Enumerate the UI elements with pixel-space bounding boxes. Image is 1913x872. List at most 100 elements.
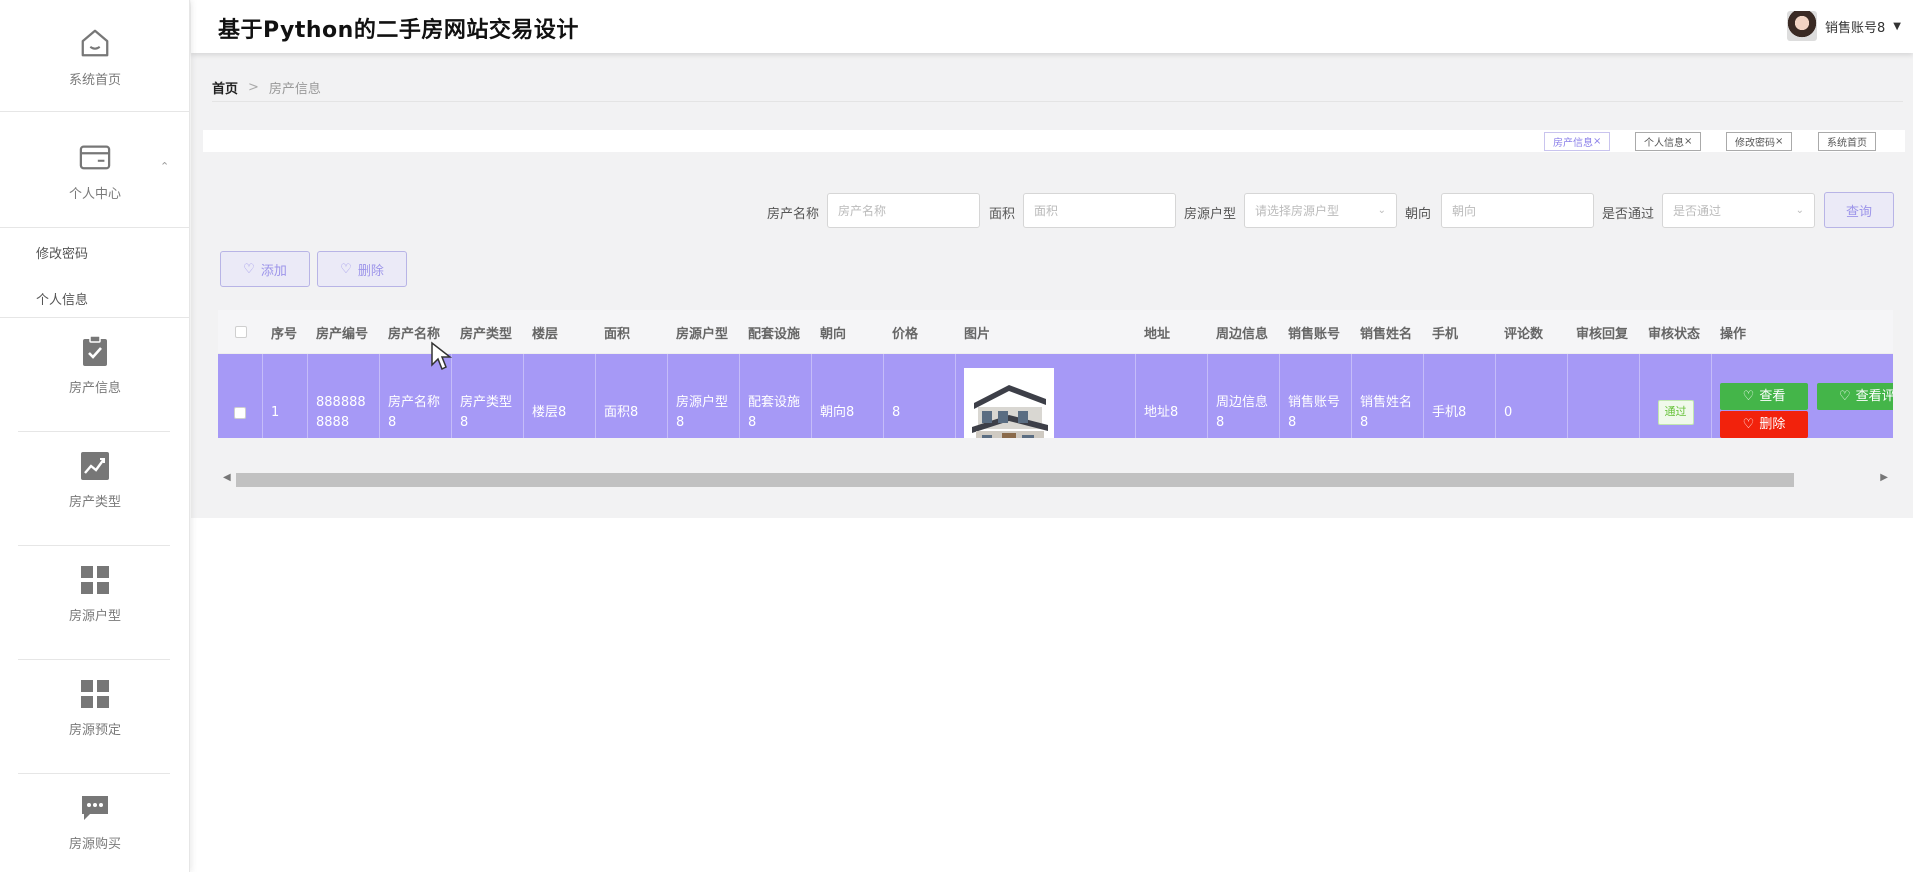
data-table: 序号 房产编号 房产名称 房产类型 楼层 面积 房源户型 配套设施 朝向 价格 … (218, 310, 1893, 438)
cell-text: 面积8 (604, 404, 639, 420)
column-header[interactable]: 序号 (263, 310, 297, 354)
divider (0, 317, 190, 318)
chevron-down-icon: ⌄ (1377, 205, 1386, 216)
column-header[interactable]: 房源户型 (668, 310, 728, 354)
cell-price: 8 (884, 354, 956, 438)
sidebar-subitem-change-password[interactable]: 修改密码 (36, 243, 88, 262)
sidebar-item-property-type[interactable]: 房产类型 (0, 450, 190, 510)
cell-image (956, 354, 1136, 438)
column-header[interactable]: 楼层 (524, 310, 558, 354)
card-icon (79, 141, 111, 173)
main-content: 首页 > 房产信息 房产信息 × 个人信息 × 修改密码 × 系统首页 房产名称 房产… (191, 53, 1913, 872)
divider (18, 659, 170, 660)
column-header[interactable]: 手机 (1424, 310, 1458, 354)
horizontal-scrollbar[interactable]: ◀ ▶ (218, 468, 1893, 487)
name-input[interactable]: 房产名称 (827, 193, 980, 228)
close-icon[interactable]: × (1684, 136, 1692, 147)
tab-label: 房产信息 (1553, 138, 1593, 149)
view-comments-button[interactable]: ♡ 查看评 (1817, 383, 1893, 410)
column-header[interactable]: 评论数 (1496, 310, 1543, 354)
orientation-label: 朝向 (1405, 207, 1432, 222)
scroll-right-icon[interactable]: ▶ (1880, 472, 1888, 483)
chevron-up-icon[interactable]: ⌃ (160, 160, 169, 173)
close-icon[interactable]: × (1593, 136, 1601, 147)
approved-select[interactable]: 是否通过 ⌄ (1662, 193, 1815, 228)
close-icon[interactable]: × (1775, 136, 1783, 147)
caret-down-icon: ▼ (1893, 20, 1901, 32)
select-all-checkbox[interactable] (218, 310, 263, 354)
heart-icon: ♡ (243, 261, 255, 277)
tab-property-info[interactable]: 房产信息 × (1544, 132, 1611, 151)
cell-text: 房产名称8 (388, 395, 441, 430)
placeholder: 房产名称 (838, 204, 887, 218)
orientation-input[interactable]: 朝向 (1441, 193, 1594, 228)
scroll-left-icon[interactable]: ◀ (223, 472, 231, 483)
placeholder: 请选择房源户型 (1255, 204, 1340, 218)
sidebar-item-booking[interactable]: 房源预定 (0, 678, 190, 738)
sidebar-item-layout[interactable]: 房源户型 (0, 564, 190, 624)
cell-text: 配套设施8 (748, 395, 801, 430)
chevron-down-icon: ⌄ (1795, 205, 1804, 216)
row-checkbox[interactable] (218, 354, 263, 438)
cell-text: 8888888888 (316, 395, 366, 430)
cell-orientation: 朝向8 (812, 354, 884, 438)
delete-button[interactable]: ♡ 删除 (317, 251, 407, 287)
sidebar-item-label: 个人中心 (68, 186, 121, 202)
sidebar-subitem-personal-info[interactable]: 个人信息 (36, 289, 88, 308)
tab-personal-info[interactable]: 个人信息 × (1635, 132, 1702, 151)
button-label: 查看评 (1855, 388, 1893, 404)
table-row[interactable]: 1 8888888888 房产名称8 房产类型8 楼层8 面积8 房源户型8 配… (218, 354, 1893, 438)
cell-text: 地址8 (1144, 404, 1179, 420)
tab-change-password[interactable]: 修改密码 × (1726, 132, 1793, 151)
delete-row-button[interactable]: ♡ 删除 (1720, 411, 1808, 438)
column-header[interactable]: 价格 (884, 310, 918, 354)
layout-select[interactable]: 请选择房源户型 ⌄ (1244, 193, 1397, 228)
cell-sales-account: 销售账号8 (1280, 354, 1352, 438)
user-menu[interactable]: 销售账号8 ▼ (1787, 11, 1901, 41)
query-button[interactable]: 查询 (1824, 192, 1894, 228)
column-header[interactable]: 房产类型 (452, 310, 512, 354)
avatar (1787, 11, 1818, 41)
cell-actions: ♡ 查看 ♡ 查看评 ♡ 删除 (1712, 354, 1893, 438)
divider (0, 111, 190, 112)
app-title: 基于Python的二手房网站交易设计 (218, 18, 579, 43)
column-header[interactable]: 审核状态 (1640, 310, 1700, 354)
breadcrumb-home[interactable]: 首页 (212, 78, 238, 97)
sidebar-item-property-info[interactable]: 房产信息 (0, 334, 190, 396)
scrollbar-thumb[interactable] (236, 473, 1794, 487)
sidebar-item-purchase[interactable]: 房源购买 (0, 792, 190, 852)
sidebar-item-label: 房源购买 (68, 837, 121, 852)
tab-home[interactable]: 系统首页 (1818, 132, 1876, 151)
divider (18, 431, 170, 432)
breadcrumb: 首页 > 房产信息 (212, 78, 321, 97)
sidebar-item-home[interactable]: 系统首页 (0, 22, 190, 92)
tab-label: 系统首页 (1827, 138, 1867, 149)
layout-label: 房源户型 (1184, 207, 1237, 222)
cell-floor: 楼层8 (524, 354, 596, 438)
heart-icon: ♡ (1742, 388, 1755, 404)
column-header[interactable]: 操作 (1712, 310, 1746, 354)
divider (212, 101, 1903, 102)
sidebar-item-label: 房源预定 (68, 723, 121, 738)
add-button[interactable]: ♡ 添加 (220, 251, 310, 287)
view-button[interactable]: ♡ 查看 (1720, 383, 1808, 410)
column-header[interactable]: 配套设施 (740, 310, 800, 354)
column-header[interactable]: 图片 (956, 310, 990, 354)
column-header[interactable]: 周边信息 (1208, 310, 1268, 354)
column-header[interactable]: 面积 (596, 310, 630, 354)
column-header[interactable]: 朝向 (812, 310, 846, 354)
column-header[interactable]: 审核回复 (1568, 310, 1628, 354)
column-header[interactable]: 销售姓名 (1352, 310, 1412, 354)
cell-nearby: 周边信息8 (1208, 354, 1280, 438)
button-label: 查看 (1759, 388, 1786, 404)
cell-address: 地址8 (1136, 354, 1208, 438)
column-header[interactable]: 房产编号 (308, 310, 368, 354)
column-header[interactable]: 地址 (1136, 310, 1170, 354)
house-image[interactable] (964, 367, 1054, 438)
cell-type: 房产类型8 (452, 354, 524, 438)
breadcrumb-current: 房产信息 (268, 82, 321, 97)
column-header[interactable]: 销售账号 (1280, 310, 1340, 354)
area-input[interactable]: 面积 (1023, 193, 1176, 228)
button-label: 添加 (260, 263, 287, 279)
mouse-cursor-icon (431, 341, 452, 371)
